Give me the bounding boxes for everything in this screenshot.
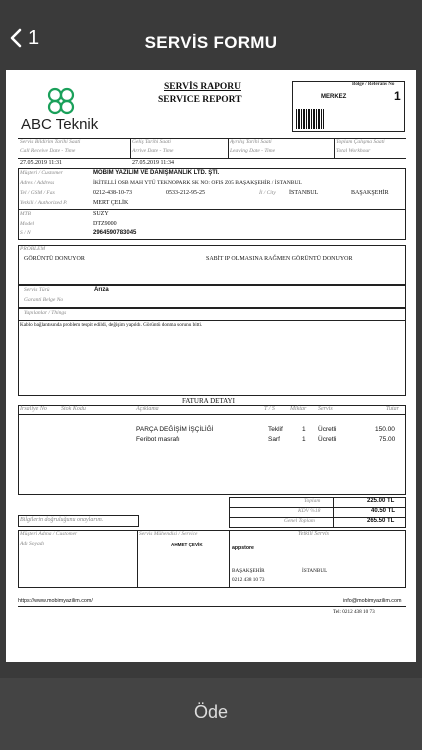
mtb-label: MTB [20,211,31,217]
city-value: İSTANBUL [289,190,319,196]
row-service: Ücretli [318,426,337,433]
customer-section [18,168,406,240]
leave-date-label-en: Leaving Date - Time [230,148,276,154]
arrive-date-label-en: Arrive Date - Time [132,148,174,154]
customer-value: MOBIM YAZILIM VE DANIŞMANLIK LTD. ŞTİ. [93,170,220,176]
service-name: appstore [232,545,254,551]
grand-total-label: Genel Toplam [284,518,315,524]
service-type-label: Servis Türü [24,287,50,293]
city-label: İl / City [259,190,276,196]
call-date-label: Servis Bildirim Tarihi Saati [20,139,81,145]
service-type-value: Arıza [94,287,109,293]
address-label: Adres / Address [20,180,55,186]
company-logo [46,86,76,116]
district-value: BAŞAKŞEHİR [351,190,389,196]
workhour-label: Toplam Çalışma Saati [336,139,385,145]
col-amount: Tutar [386,406,400,412]
reference-label: Bölge / Referans No [352,82,395,87]
phone2-value: 0533-212-95-25 [166,190,205,196]
invoice-title: FATURA DETAYI [182,397,235,405]
reference-number: 1 [394,89,401,103]
page-title: SERVİS FORMU [144,33,278,52]
pay-button[interactable]: Öde [0,702,422,723]
leave-date-label: Ayrılış Tarihi Saati [230,139,272,145]
signature-section [18,530,406,588]
table-row: Feribot masrafı Sarf 1 Ücretli 75.00 [18,436,406,446]
total-value: 225.00 TL [367,498,395,504]
row-description: Feribot masrafı [136,436,180,443]
region-value: MERKEZ [321,94,347,100]
service-district: BAŞAKŞEHİR [232,568,265,574]
email-link[interactable]: info@mobimyazilim.com [343,598,402,604]
barcode [296,109,324,129]
service-type-section [18,285,406,308]
col-quantity: Miktar [290,406,307,412]
vat-label: KDV %18 [298,508,321,514]
arrive-date-label: Geliş Tarihi Saati [132,139,171,145]
col-waybill: İrsaliye No [20,406,47,412]
invoice-table [18,405,406,495]
row-description: PARÇA DEĞİŞİM İŞÇİLİĞİ [136,426,214,433]
nav-bar: 1 SERVİS FORMU [0,0,422,62]
engineer-label: Servis Mühendisi / Service [139,531,198,537]
call-date-value: 27.05.2019 11:31 [20,160,62,166]
problem-note: SABİT IP OLMASINA RAĞMEN GÖRÜNTÜ DONUYOR [206,256,353,262]
total-label: Toplam [304,498,321,504]
customer-sign-label: Müşteri Adına / Customer [20,531,78,537]
authorized-service-label: Yetkili Servis [298,531,329,537]
name-label: Adı Soyadı [20,541,44,547]
confirmation-text: Bilgilerin doğruluğunu onaylarım. [20,517,104,523]
sn-value: 2964590783045 [93,230,137,236]
customer-label: Müşteri / Customer [20,170,63,176]
table-row: PARÇA DEĞİŞİM İŞÇİLİĞİ Teklif 1 Ücretli … [18,426,406,436]
phone-label: Tel / GSM / Fax [20,190,55,196]
model-value: DTZ9000 [93,221,117,227]
row-amount: 150.00 [375,426,395,433]
vat-value: 40.50 TL [371,508,396,514]
authorized-value: MERT ÇELİK [93,200,129,206]
col-ts: T / S [264,406,275,412]
report-title-tr: SERVİS RAPORU [164,82,241,92]
problem-value: GÖRÜNTÜ DONUYOR [24,256,85,262]
problem-section [18,245,406,285]
call-date-label-en: Call Receive Date - Time [20,148,76,154]
authorized-label: Yetkili / Authorized P. [20,200,68,206]
website-link[interactable]: https://www.mobimyazilim.com/ [18,598,93,604]
arrive-date-value: 27.05.2019 11:34 [132,160,174,166]
row-amount: 75.00 [379,436,396,443]
row-quantity: 1 [302,436,306,443]
report-title-en: SERVICE REPORT [158,95,242,105]
grand-total-value: 265.50 TL [367,518,395,524]
col-description: Açıklama [136,406,159,412]
document-viewer[interactable]: ABC Teknik SERVİS RAPORU SERVICE REPORT … [0,62,422,678]
work-done-value: Kablo bağlantısında problem tespit edild… [20,322,203,328]
address-value: İKİTELLİ OSB MAH YTÜ TEKNOPARK SK NO: OF… [93,180,302,186]
footer-phone: Tel: 0212 438 10 73 [333,609,375,615]
model-label: Model [20,221,35,227]
mtb-value: SUZY [93,211,109,217]
row-ts: Teklif [268,426,283,433]
service-city: İSTANBUL [302,568,328,574]
row-ts: Sarf [268,436,280,443]
workhour-label-en: Total Workhour [336,148,371,154]
col-stock-code: Stok Kodu [61,406,86,412]
problem-label: PROBLEM [20,246,46,252]
row-quantity: 1 [302,426,306,433]
service-form-page: ABC Teknik SERVİS RAPORU SERVICE REPORT … [6,70,416,662]
work-done-label: Yapılanlar / Things [24,310,67,316]
row-service: Ücretli [318,436,337,443]
company-name: ABC Teknik [21,116,99,133]
sn-label: S / N [20,230,31,236]
service-phone: 0212 438 10 73 [232,577,265,583]
warranty-label: Garanti Belge No [24,297,64,303]
bottom-bar: Öde [0,678,422,750]
engineer-name: AHMET ÇEVİK [171,542,203,547]
phone1-value: 0212-438-10-73 [93,190,132,196]
col-service: Servis [318,406,333,412]
logo-mark-icon [47,87,75,115]
